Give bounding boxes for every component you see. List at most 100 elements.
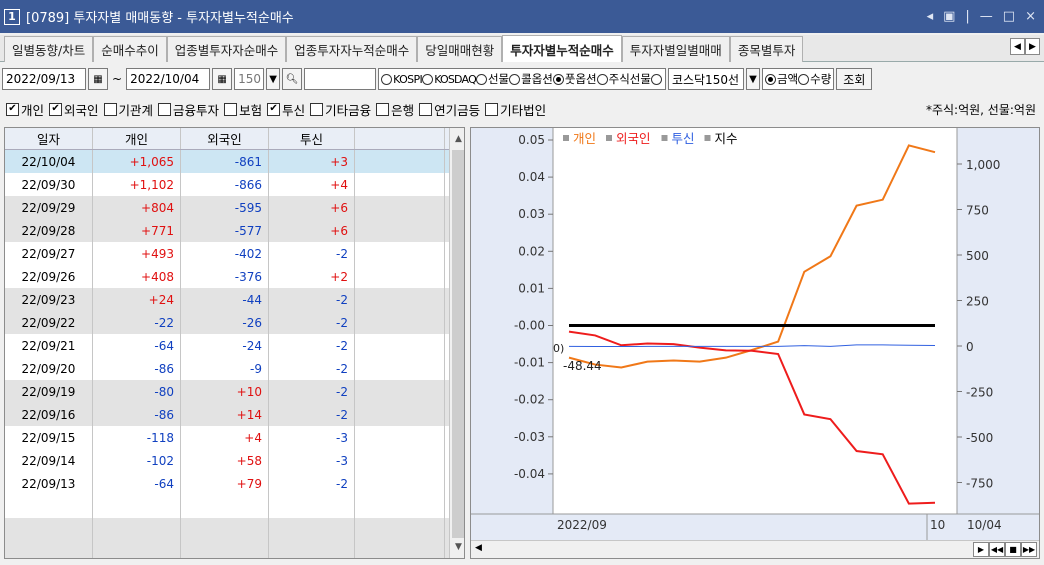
cell-empty bbox=[5, 518, 93, 541]
check-pension[interactable]: 연기금등 bbox=[419, 100, 480, 119]
tab-today-status[interactable]: 당일매매현황 bbox=[417, 36, 503, 62]
tab-sector-cumulative[interactable]: 업종투자자누적순매수 bbox=[286, 36, 418, 62]
tab-left-icon[interactable]: ◀ bbox=[1010, 38, 1025, 55]
end-date-field[interactable]: 2022/10/04 bbox=[126, 68, 211, 90]
table-row[interactable]: 22/09/16 -86 +14 -2 bbox=[5, 403, 464, 426]
cell-trust: +4 bbox=[269, 173, 355, 196]
check-insurance[interactable]: 보험 bbox=[224, 100, 262, 119]
minimize-icon[interactable]: — bbox=[980, 9, 993, 24]
tab-investor-cumulative[interactable]: 투자자별누적순매수 bbox=[502, 35, 622, 62]
unit-radio-amount[interactable]: 금액 bbox=[764, 71, 798, 87]
table-row[interactable]: 22/09/23 +24 -44 -2 bbox=[5, 288, 464, 311]
table-row[interactable]: 22/09/22 -22 -26 -2 bbox=[5, 311, 464, 334]
table-row[interactable]: 22/09/13 -64 +79 -2 bbox=[5, 472, 464, 495]
cell-individual: +408 bbox=[93, 265, 181, 288]
check-other-finance[interactable]: 기타금융 bbox=[310, 100, 371, 119]
table-row[interactable]: 22/10/04 +1,065 -861 +3 bbox=[5, 150, 464, 173]
stop-icon[interactable]: ■ bbox=[1005, 542, 1021, 557]
cell-date: 22/09/26 bbox=[5, 265, 93, 288]
calendar-icon[interactable]: ▦ bbox=[88, 68, 108, 90]
table-row[interactable]: 22/09/30 +1,102 -866 +4 bbox=[5, 173, 464, 196]
search-icon[interactable]: 🔍︎ bbox=[282, 68, 303, 90]
market-radio[interactable]: 풋옵션 bbox=[552, 71, 597, 87]
legend-marker bbox=[704, 135, 711, 141]
market-radio[interactable]: KOSPI bbox=[381, 73, 423, 86]
scroll-down-icon[interactable]: ▼ bbox=[450, 538, 464, 556]
cell-empty bbox=[355, 380, 445, 403]
rewind-icon[interactable]: ◀◀ bbox=[989, 542, 1005, 557]
tab-scroll: ◀ ▶ bbox=[1010, 38, 1040, 55]
count-field[interactable]: 150 bbox=[234, 68, 265, 90]
table-row[interactable]: 22/09/28 +771 -577 +6 bbox=[5, 219, 464, 242]
cell-empty bbox=[93, 518, 181, 541]
left-tick-label: -0.03 bbox=[514, 430, 545, 444]
tab-investor-daily[interactable]: 투자자별일별매매 bbox=[621, 36, 730, 62]
market-radio[interactable]: 콜옵션 bbox=[509, 71, 553, 87]
cell-foreign: -24 bbox=[181, 334, 269, 357]
header-date[interactable]: 일자 bbox=[5, 128, 93, 149]
cell-trust: +6 bbox=[269, 219, 355, 242]
tab-daily-chart[interactable]: 일별동향/차트 bbox=[4, 36, 94, 62]
code-input[interactable] bbox=[304, 68, 377, 90]
check-investment-trust[interactable]: ✔ 투신 bbox=[267, 100, 305, 119]
vertical-scrollbar[interactable]: ▲ ▼ bbox=[449, 128, 464, 558]
chevron-down-icon[interactable]: ▼ bbox=[266, 68, 281, 90]
table-row[interactable]: 22/09/14 -102 +58 -3 bbox=[5, 449, 464, 472]
check-other-corp[interactable]: 기타법인 bbox=[485, 100, 546, 119]
tab-net-buy-trend[interactable]: 순매수추이 bbox=[93, 36, 167, 62]
fast-forward-icon[interactable]: ▶▶ bbox=[1021, 542, 1037, 557]
start-date-field[interactable]: 2022/09/13 bbox=[2, 68, 86, 90]
cell-trust: +6 bbox=[269, 196, 355, 219]
right-tick-label: 750 bbox=[966, 204, 989, 218]
market-radio[interactable]: 선물 bbox=[475, 71, 509, 87]
next-icon[interactable]: ▶ bbox=[973, 542, 989, 557]
check-bank[interactable]: 은행 bbox=[376, 100, 414, 119]
market-radio[interactable]: 주식선물 bbox=[596, 71, 651, 87]
check-financial-investment[interactable]: 금융투자 bbox=[158, 100, 219, 119]
product-select[interactable]: 코스닥150선 bbox=[667, 68, 744, 90]
chevron-down-icon[interactable]: ▼ bbox=[745, 68, 760, 90]
check-foreign[interactable]: ✔ 외국인 bbox=[49, 100, 99, 119]
tab-bar: 일별동향/차트 순매수추이 업종별투자자순매수 업종투자자누적순매수 당일매매현… bbox=[0, 35, 1044, 62]
scroll-up-icon[interactable]: ▲ bbox=[450, 130, 464, 148]
cell-empty bbox=[355, 173, 445, 196]
table-row[interactable]: 22/09/20 -86 -9 -2 bbox=[5, 357, 464, 380]
query-button[interactable]: 조회 bbox=[836, 68, 873, 90]
check-institution[interactable]: 기관계 bbox=[103, 100, 153, 119]
header-foreign[interactable]: 외국인 bbox=[181, 128, 269, 149]
value-annotation: -48.44 bbox=[563, 359, 602, 373]
chart-panel: 0.05 0.04 0.03 0.02 0.01 -0.00 -0.01 -0.02 -0.03… bbox=[470, 127, 1040, 559]
collapse-icon[interactable]: ◂ bbox=[927, 9, 934, 24]
horizontal-scrollbar[interactable]: ◀ ▶ ◀◀ ■ ▶▶ bbox=[471, 540, 1039, 558]
date-separator: ~ bbox=[112, 72, 123, 86]
table-row[interactable]: 22/09/21 -64 -24 -2 bbox=[5, 334, 464, 357]
legend-marker bbox=[661, 135, 668, 141]
table-row[interactable]: 22/09/29 +804 -595 +6 bbox=[5, 196, 464, 219]
screen-icon[interactable]: ▣ bbox=[943, 9, 955, 24]
tab-stock-investor[interactable]: 종목별투자 bbox=[729, 36, 804, 62]
table-row[interactable]: 22/09/15 -118 +4 -3 bbox=[5, 426, 464, 449]
calendar-icon[interactable]: ▦ bbox=[212, 68, 233, 90]
right-tick-label: 0 bbox=[966, 340, 974, 354]
unit-radio-quantity[interactable]: 수량 bbox=[798, 71, 831, 87]
check-individual[interactable]: ✔ 개인 bbox=[6, 100, 44, 119]
tab-sector-investor[interactable]: 업종별투자자순매수 bbox=[166, 36, 287, 62]
header-trust[interactable]: 투신 bbox=[269, 128, 355, 149]
close-icon[interactable]: × bbox=[1025, 9, 1036, 24]
table-row[interactable]: 22/09/19 -80 +10 -2 bbox=[5, 380, 464, 403]
table-row[interactable]: 22/09/26 +408 -376 +2 bbox=[5, 265, 464, 288]
table-row[interactable]: 22/09/27 +493 -402 -2 bbox=[5, 242, 464, 265]
market-radio[interactable] bbox=[650, 73, 663, 85]
market-radio[interactable]: KOSDAQ bbox=[422, 73, 477, 86]
cell-individual: +1,102 bbox=[93, 173, 181, 196]
scroll-left-icon[interactable]: ◀ bbox=[475, 543, 482, 553]
window-title: [0789] 투자자별 매매동향 - 투자자별누적순매수 bbox=[26, 11, 294, 26]
chart-nav-buttons: ▶ ◀◀ ■ ▶▶ bbox=[973, 542, 1037, 557]
cell-date: 22/09/16 bbox=[5, 403, 93, 426]
cell-individual: -64 bbox=[93, 334, 181, 357]
maximize-icon[interactable]: □ bbox=[1003, 9, 1015, 24]
cell-empty bbox=[181, 518, 269, 541]
header-individual[interactable]: 개인 bbox=[93, 128, 181, 149]
scroll-thumb[interactable] bbox=[452, 150, 464, 538]
tab-right-icon[interactable]: ▶ bbox=[1025, 38, 1040, 55]
